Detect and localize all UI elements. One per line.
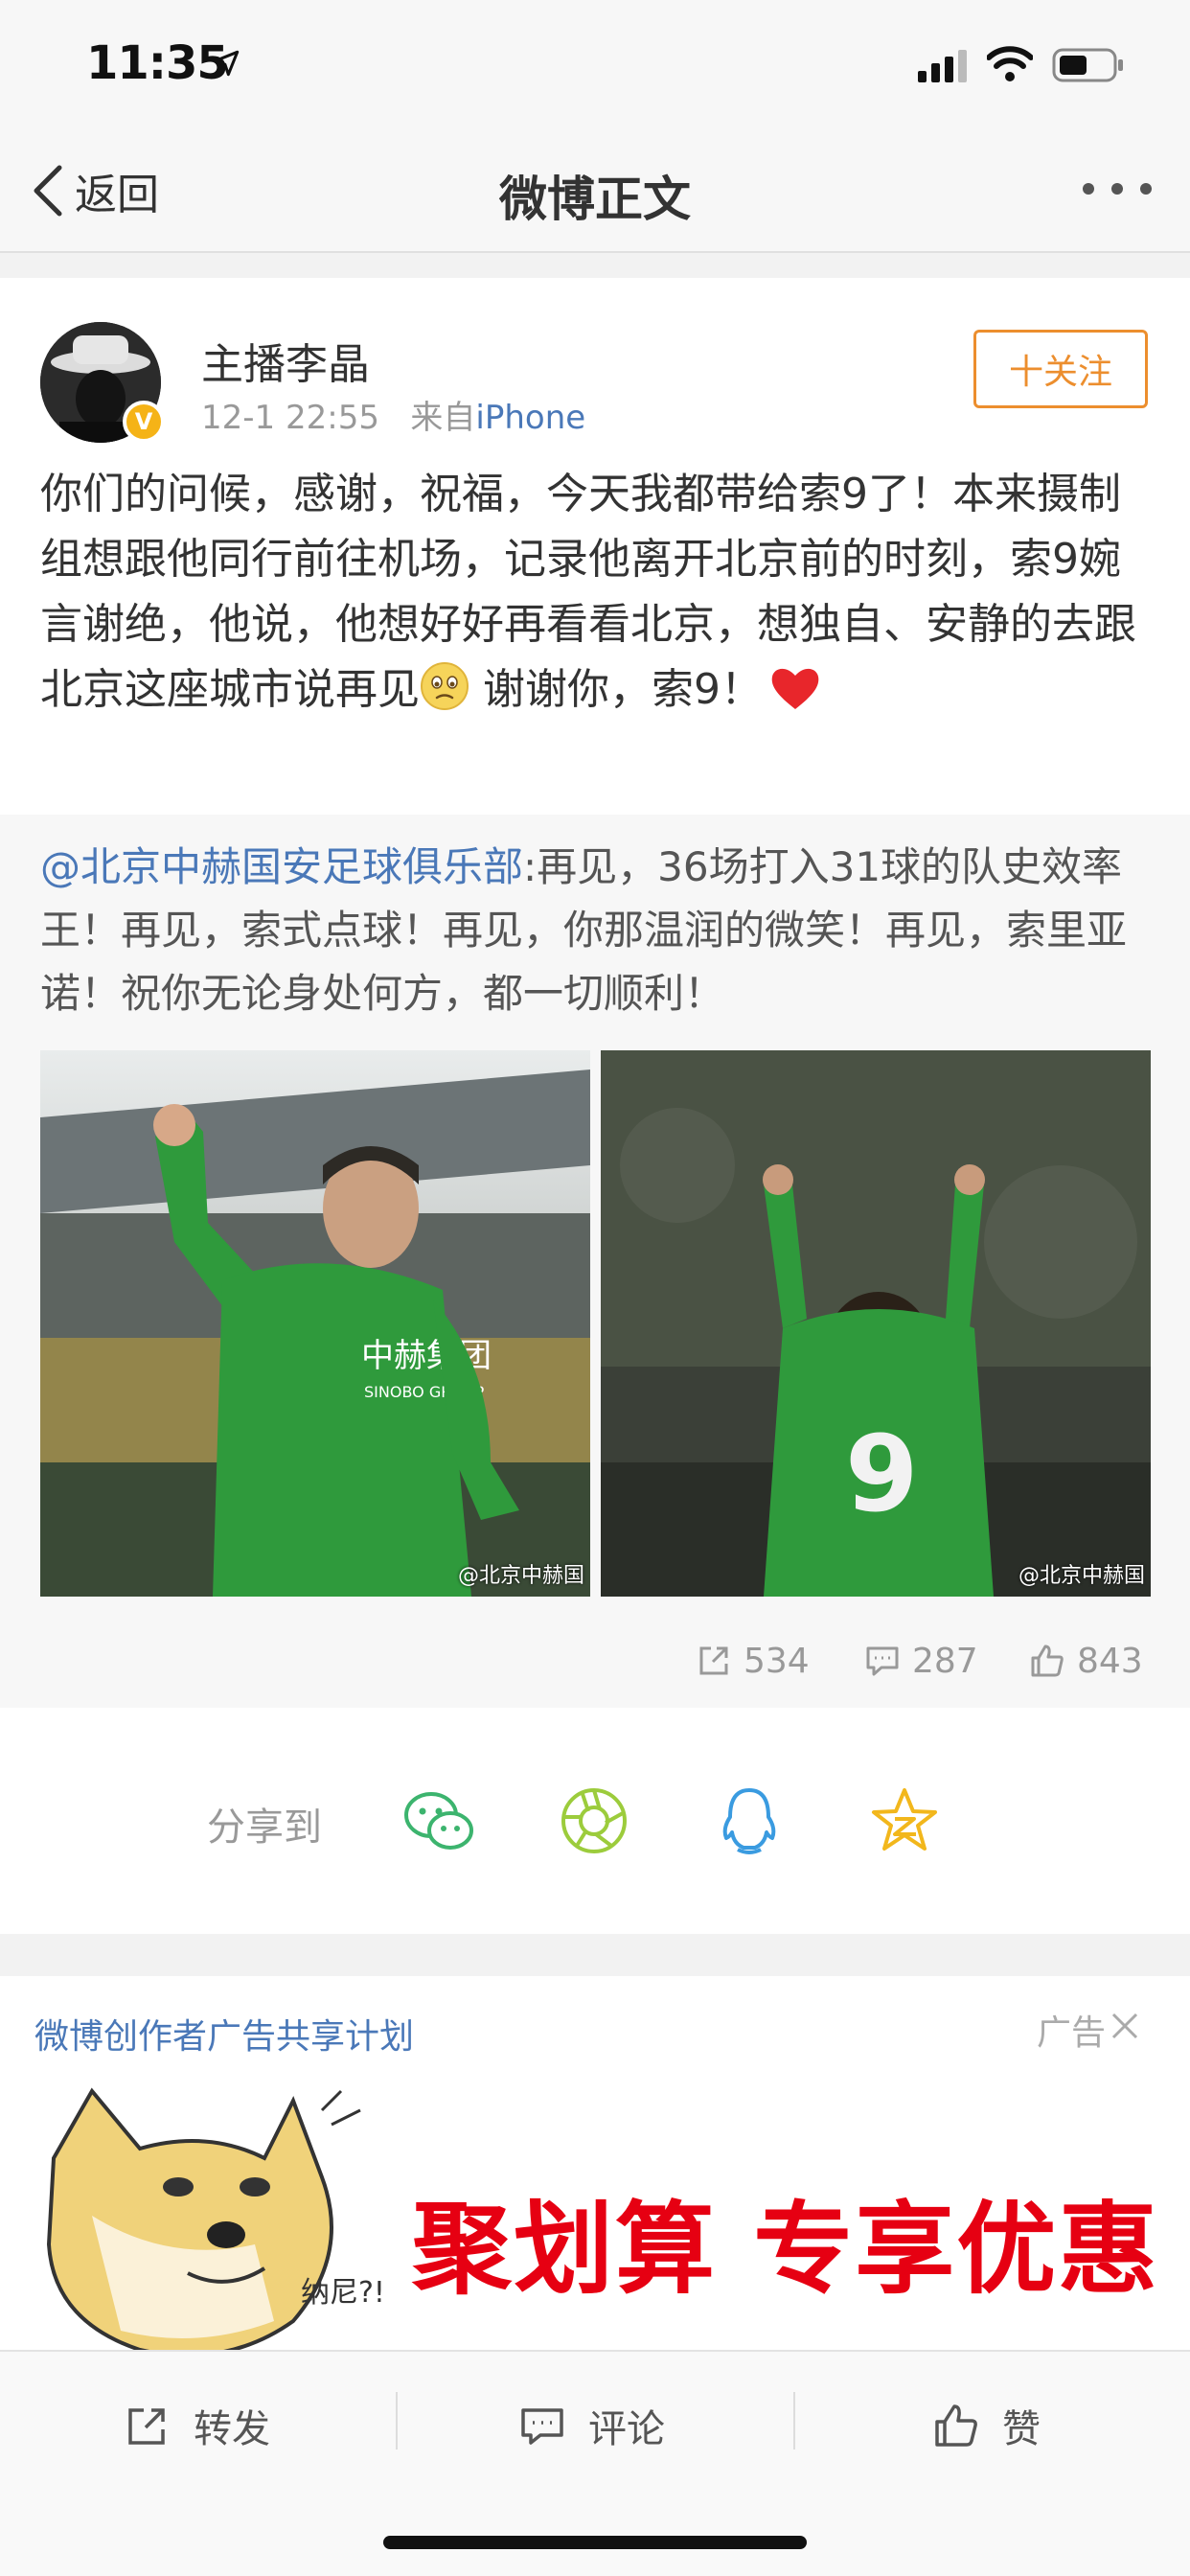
repost-count-value: 534 [744, 1641, 810, 1681]
player-waving-photo: 中赫集团 SINOBO GROUP [40, 1050, 590, 1597]
divider [793, 2392, 795, 2450]
source-prefix: 来自 [410, 399, 476, 437]
ad-banner-text: 聚划算 专享优惠 [412, 2191, 1160, 2308]
comment-label: 评论 [588, 2407, 665, 2451]
ad-tag: 广告 [1037, 2013, 1107, 2053]
post-text-part2: 谢谢你，索9！ [469, 665, 763, 714]
repost-text: @北京中赫国安足球俱乐部:再见，36场打入31球的队史效率王！再见，索式点球！再… [40, 836, 1152, 1025]
post-image-2[interactable]: 9 @北京中赫国 [601, 1050, 1151, 1597]
sad-face-emoji-icon [421, 662, 469, 710]
wifi-icon [987, 46, 1033, 81]
repost-icon [128, 2408, 165, 2445]
like-label: 赞 [1002, 2407, 1041, 2451]
post-image-1[interactable]: 中赫集团 SINOBO GROUP @北京中赫国 [40, 1050, 590, 1597]
post-source[interactable]: iPhone [475, 399, 585, 437]
status-time: 11:35 [86, 36, 229, 90]
post-meta: 12-1 22:55 来自iPhone [201, 391, 585, 438]
doge-caption: 纳尼?! [301, 2276, 385, 2310]
author-name[interactable]: 主播李晶 [201, 330, 370, 391]
comment-count-value: 287 [912, 1641, 978, 1681]
like-count-value: 843 [1077, 1641, 1143, 1681]
divider [396, 2392, 398, 2450]
weibo-post: V 主播李晶 12-1 22:55 来自iPhone 十关注 你们的问候，感谢，… [0, 278, 1190, 1708]
battery-icon [1052, 48, 1123, 82]
shirt-number-text: 9 [845, 1413, 919, 1535]
verified-badge-icon: V [123, 401, 165, 443]
qq-icon[interactable] [713, 1784, 786, 1857]
comment-icon [866, 1646, 899, 1676]
location-arrow-icon [213, 50, 240, 77]
repost-button[interactable]: 转发 [125, 2392, 270, 2459]
post-text: 你们的问候，感谢，祝福，今天我都带给索9了！本来摄制组想跟他同行前往机场，记录他… [40, 462, 1152, 723]
nav-bar: 返回 微博正文 [0, 126, 1190, 253]
share-section: 分享到 [0, 1708, 1190, 1934]
post-date: 12-1 22:55 [201, 399, 379, 437]
comment-icon [521, 2408, 563, 2445]
image-watermark: @北京中赫国 [457, 1564, 584, 1588]
home-indicator [383, 2536, 807, 2549]
ad-card[interactable]: 微博创作者广告共享计划 广告 纳尼?! 聚划算 专享优惠 [0, 1976, 1190, 2350]
wechat-moments-icon[interactable] [558, 1784, 630, 1857]
repost-mention-link[interactable]: @北京中赫国安足球俱乐部 [40, 843, 523, 890]
comment-count[interactable]: 287 [864, 1637, 978, 1685]
thumbs-up-icon [1031, 1644, 1064, 1677]
repost-label: 转发 [194, 2407, 270, 2451]
follow-button[interactable]: 十关注 [973, 330, 1148, 408]
heart-emoji-icon [771, 668, 819, 709]
share-arrow-icon [699, 1646, 728, 1675]
ad-program-title[interactable]: 微博创作者广告共享计划 [34, 2009, 414, 2058]
qzone-icon[interactable] [868, 1784, 941, 1857]
more-options-icon[interactable] [1081, 174, 1154, 203]
page-title: 微博正文 [499, 172, 691, 227]
repost-count[interactable]: 534 [696, 1637, 810, 1685]
signal-icon [918, 50, 967, 82]
thumbs-up-icon [935, 2404, 977, 2447]
close-icon[interactable] [1110, 2011, 1140, 2041]
like-count[interactable]: 843 [1029, 1637, 1143, 1685]
doge-illustration: 纳尼?! [46, 2087, 385, 2350]
reposted-content[interactable]: @北京中赫国安足球俱乐部:再见，36场打入31球的队史效率王！再见，索式点球！再… [0, 815, 1190, 1708]
player-back-photo: 9 [601, 1050, 1151, 1597]
comment-button[interactable]: 评论 [519, 2392, 665, 2459]
wechat-icon[interactable] [402, 1784, 475, 1857]
image-watermark: @北京中赫国 [1018, 1564, 1145, 1588]
share-label: 分享到 [207, 1806, 322, 1850]
like-button[interactable]: 赞 [933, 2392, 1041, 2459]
status-bar: 11:35 [0, 0, 1190, 126]
